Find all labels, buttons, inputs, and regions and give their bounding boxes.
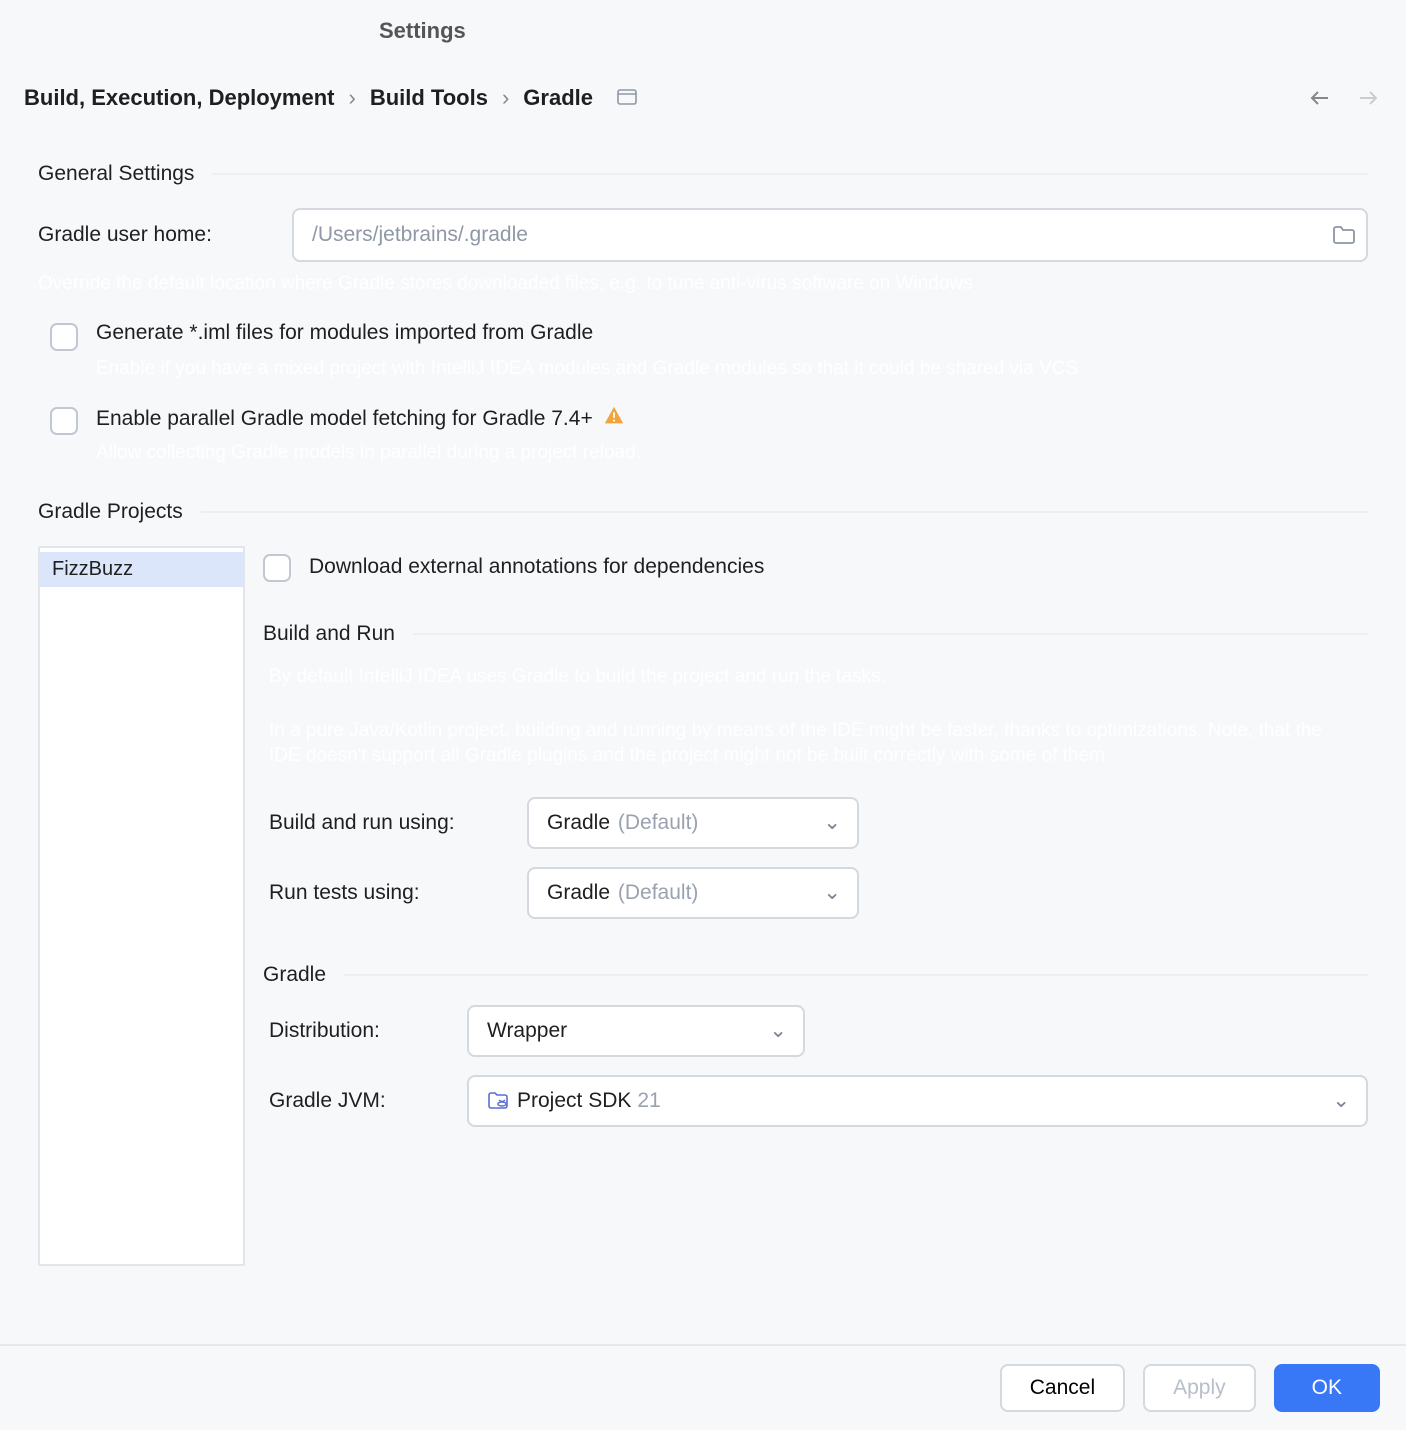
parallel-fetch-hint: Allow collecting Gradle models in parall… [96,441,1368,466]
build-run-desc1: By default IntelliJ IDEA uses Gradle to … [269,664,1329,690]
tests-using-value: Gradle [547,881,610,904]
gradle-subgroup: Gradle [263,963,1368,987]
download-annotations-row: Download external annotations for depend… [263,552,1368,582]
gradle-user-home-row: Gradle user home: [38,208,1368,262]
sdk-icon [487,1092,509,1110]
build-run-desc2: In a pure Java/Kotlin project, building … [269,718,1329,769]
forward-button[interactable] [1354,84,1382,112]
gradle-projects-group: Gradle Projects [38,500,1368,524]
chevron-right-icon: › [348,85,355,111]
generate-iml-label[interactable]: Generate *.iml files for modules importe… [96,321,593,345]
chevron-down-icon: ⌄ [1332,1088,1350,1113]
tests-using-select[interactable]: Gradle (Default) ⌄ [527,867,859,919]
gradle-user-home-hint: Override the default location where Grad… [38,272,1368,297]
download-annotations-checkbox[interactable] [263,554,291,582]
scope-icon [617,85,637,111]
chevron-down-icon: ⌄ [823,880,841,905]
build-using-row: Build and run using: Gradle (Default) ⌄ [269,797,1368,849]
parallel-fetch-checkbox[interactable] [50,407,78,435]
general-settings-group: General Settings [38,162,1368,186]
chevron-down-icon: ⌄ [769,1018,787,1043]
nav-arrows [1306,84,1382,112]
breadcrumb: Build, Execution, Deployment › Build Too… [24,85,637,111]
gradle-user-home-label: Gradle user home: [38,223,268,247]
cancel-button[interactable]: Cancel [1000,1364,1125,1412]
page-title: Settings [379,18,466,44]
gradle-jvm-label: Gradle JVM: [269,1089,439,1113]
gradle-jvm-select[interactable]: Project SDK 21 ⌄ [467,1075,1368,1127]
tests-using-label: Run tests using: [269,881,499,905]
divider [212,173,1368,175]
breadcrumb-3[interactable]: Gradle [523,85,593,111]
parallel-fetch-text: Enable parallel Gradle model fetching fo… [96,407,593,431]
footer: Cancel Apply OK [0,1344,1406,1430]
build-run-group: Build and Run [263,622,1368,646]
generate-iml-row: Generate *.iml files for modules importe… [50,321,1368,351]
build-run-label: Build and Run [263,622,395,646]
general-settings-label: General Settings [38,162,194,186]
projects-layout: FizzBuzz Download external annotations f… [38,546,1368,1266]
gradle-subgroup-label: Gradle [263,963,326,987]
distribution-row: Distribution: Wrapper ⌄ [269,1005,1368,1057]
tests-using-suffix: (Default) [618,881,699,904]
divider [344,974,1368,976]
tests-using-row: Run tests using: Gradle (Default) ⌄ [269,867,1368,919]
projects-list[interactable]: FizzBuzz [38,546,245,1266]
build-using-value: Gradle [547,811,610,834]
distribution-select[interactable]: Wrapper ⌄ [467,1005,805,1057]
gradle-user-home-input[interactable] [292,208,1368,262]
download-annotations-label[interactable]: Download external annotations for depend… [309,555,764,579]
generate-iml-checkbox[interactable] [50,323,78,351]
warning-icon [603,405,625,433]
project-item[interactable]: FizzBuzz [40,552,243,587]
back-button[interactable] [1306,84,1334,112]
generate-iml-hint: Enable if you have a mixed project with … [96,357,1368,382]
distribution-label: Distribution: [269,1019,439,1043]
gradle-jvm-row: Gradle JVM: Project SDK 21 ⌄ [269,1075,1368,1127]
gradle-jvm-value: Project SDK [517,1089,631,1113]
folder-icon[interactable] [1330,221,1358,249]
apply-button[interactable]: Apply [1143,1364,1256,1412]
chevron-down-icon: ⌄ [823,810,841,835]
divider [201,511,1368,513]
chevron-right-icon: › [502,85,509,111]
build-using-suffix: (Default) [618,811,699,834]
header-title-row: Settings [0,0,1406,44]
breadcrumb-row: Build, Execution, Deployment › Build Too… [0,44,1406,112]
parallel-fetch-row: Enable parallel Gradle model fetching fo… [50,405,1368,435]
build-using-select[interactable]: Gradle (Default) ⌄ [527,797,859,849]
distribution-value: Wrapper [487,1019,567,1043]
divider [413,633,1368,635]
ok-button[interactable]: OK [1274,1364,1380,1412]
breadcrumb-2[interactable]: Build Tools [370,85,488,111]
gradle-user-home-input-wrap [292,208,1368,262]
breadcrumb-1[interactable]: Build, Execution, Deployment [24,85,334,111]
parallel-fetch-label[interactable]: Enable parallel Gradle model fetching fo… [96,405,625,433]
build-using-label: Build and run using: [269,811,499,835]
gradle-jvm-suffix: 21 [637,1089,660,1113]
project-pane: Download external annotations for depend… [263,546,1368,1266]
gradle-projects-label: Gradle Projects [38,500,183,524]
